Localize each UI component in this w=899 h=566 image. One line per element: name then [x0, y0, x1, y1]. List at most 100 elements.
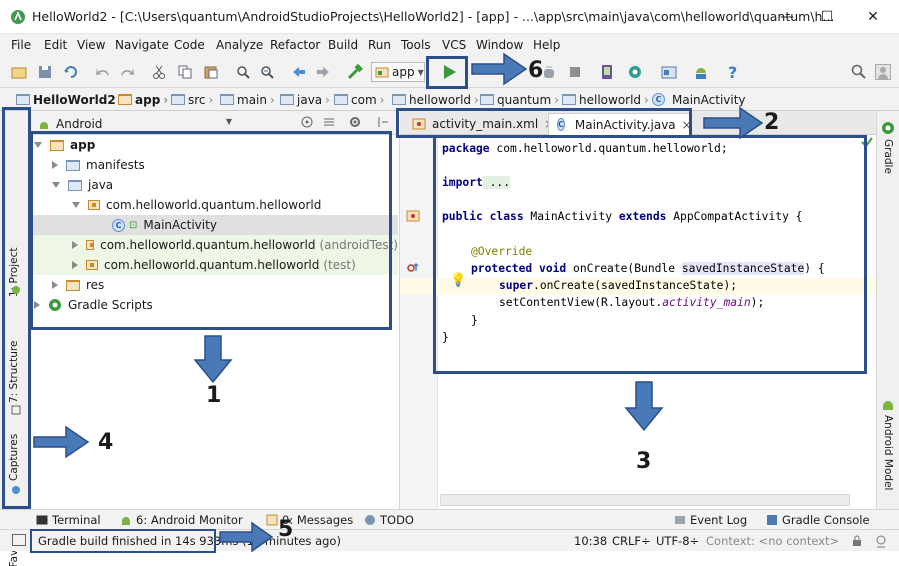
- redo-icon[interactable]: [118, 63, 136, 81]
- breadcrumb-com[interactable]: com ›: [334, 91, 384, 108]
- gradle-console-button[interactable]: Gradle Console: [766, 513, 870, 527]
- sdk-manager-icon[interactable]: [626, 63, 644, 81]
- file-encoding[interactable]: UTF-8÷: [656, 534, 699, 548]
- maximize-button[interactable]: ☐: [812, 5, 842, 29]
- menu-help[interactable]: Help: [533, 38, 560, 52]
- search-everywhere-icon[interactable]: [850, 63, 868, 81]
- close-tab-icon[interactable]: ×: [682, 118, 692, 132]
- code-line-7: @Override: [471, 245, 533, 258]
- terminal-button[interactable]: Terminal: [36, 513, 101, 527]
- cut-icon[interactable]: [150, 63, 168, 81]
- code-parameter: savedInstanceState: [681, 262, 805, 275]
- code-line-11: }: [471, 314, 478, 327]
- close-window-button[interactable]: ✕: [858, 5, 888, 29]
- copy-icon[interactable]: [176, 63, 194, 81]
- run-icon[interactable]: [438, 61, 460, 83]
- breadcrumb-quantum[interactable]: quantum ›: [480, 91, 559, 108]
- menu-code[interactable]: Code: [174, 38, 205, 52]
- horizontal-scrollbar[interactable]: [440, 494, 850, 506]
- toggle-tool-windows-icon[interactable]: [12, 534, 26, 546]
- help-icon[interactable]: ?: [724, 63, 742, 81]
- tab-activity-main-xml[interactable]: activity_main.xml ×: [404, 113, 554, 135]
- settings-gear-icon[interactable]: [348, 115, 362, 129]
- menu-file[interactable]: File: [11, 38, 31, 52]
- scroll-from-source-icon[interactable]: [300, 115, 314, 129]
- folder-icon: [480, 94, 494, 105]
- tree-node-gradle-scripts[interactable]: Gradle Scripts: [30, 295, 398, 315]
- package-icon: [86, 240, 95, 250]
- tab-structure[interactable]: 7: Structure: [8, 341, 20, 403]
- folded-code[interactable]: ...: [482, 176, 511, 189]
- collapse-all-icon[interactable]: [322, 115, 336, 129]
- tree-node-package[interactable]: com.helloworld.quantum.helloworld: [30, 195, 398, 215]
- android-monitor-button[interactable]: 6: Android Monitor: [120, 513, 243, 527]
- inspector-icon[interactable]: [874, 534, 888, 548]
- project-view-selector[interactable]: Android ▼: [38, 115, 232, 132]
- menu-build[interactable]: Build: [328, 38, 358, 52]
- breadcrumb-helloworld[interactable]: helloworld ›: [392, 91, 479, 108]
- tree-node-res[interactable]: res: [30, 275, 398, 295]
- menu-tools[interactable]: Tools: [401, 38, 431, 52]
- tab-captures[interactable]: Captures: [8, 434, 20, 481]
- line-separator[interactable]: CRLF÷: [612, 534, 651, 548]
- breadcrumb-helloworld-2[interactable]: helloworld ›: [562, 91, 649, 108]
- undo-icon[interactable]: [94, 63, 112, 81]
- menu-refactor[interactable]: Refactor: [270, 38, 320, 52]
- lock-icon[interactable]: [852, 535, 862, 547]
- breadcrumb-app[interactable]: app ›: [118, 91, 168, 108]
- breadcrumb-src[interactable]: src ›: [171, 91, 213, 108]
- android-device-icon[interactable]: [692, 63, 710, 81]
- tab-mainactivity-java[interactable]: C MainActivity.java ×: [548, 113, 692, 135]
- save-icon[interactable]: [36, 63, 54, 81]
- class-icon: C: [112, 218, 125, 232]
- tree-node-package-androidtest[interactable]: com.helloworld.quantum.helloworld (andro…: [30, 235, 398, 255]
- breadcrumb-label: app: [135, 92, 161, 107]
- breadcrumb-java[interactable]: java ›: [280, 91, 330, 108]
- breadcrumb-project[interactable]: HelloWorld2›: [16, 91, 124, 108]
- project-view-header: Android ▼: [30, 111, 398, 135]
- svg-text:?: ?: [728, 64, 737, 80]
- hide-panel-icon[interactable]: [376, 115, 390, 129]
- sync-icon[interactable]: [62, 63, 80, 81]
- breadcrumb-main[interactable]: main ›: [220, 91, 275, 108]
- forward-icon[interactable]: [314, 63, 332, 81]
- menu-vcs[interactable]: VCS: [442, 38, 466, 52]
- tree-node-java[interactable]: java: [30, 175, 398, 195]
- menu-run[interactable]: Run: [368, 38, 391, 52]
- stop-icon[interactable]: [566, 63, 584, 81]
- status-message: Gradle build finished in 14s 933ms (15 m…: [38, 534, 341, 548]
- code-text: MainActivity: [523, 210, 619, 223]
- back-icon[interactable]: [290, 63, 308, 81]
- breadcrumb-mainactivity[interactable]: C MainActivity: [652, 91, 746, 108]
- code-line-9: super.onCreate(savedInstanceState);: [499, 279, 737, 292]
- paste-icon[interactable]: [202, 63, 220, 81]
- menu-view[interactable]: View: [77, 38, 105, 52]
- project-structure-icon[interactable]: [660, 63, 678, 81]
- override-gutter-icon[interactable]: [406, 262, 420, 274]
- event-log-button[interactable]: Event Log: [674, 513, 747, 527]
- menu-edit[interactable]: Edit: [44, 38, 67, 52]
- cursor-position[interactable]: 10:38: [574, 534, 607, 548]
- layout-gutter-icon[interactable]: [406, 210, 420, 222]
- open-icon[interactable]: [10, 63, 28, 81]
- replace-icon[interactable]: [258, 63, 276, 81]
- menu-window[interactable]: Window: [476, 38, 523, 52]
- tree-node-mainactivity[interactable]: C ⊡ MainActivity: [30, 215, 398, 235]
- minimize-button[interactable]: —: [772, 5, 802, 29]
- tree-node-manifests[interactable]: manifests: [30, 155, 398, 175]
- run-config-select[interactable]: app ▼: [371, 62, 425, 82]
- tab-gradle[interactable]: Gradle: [882, 139, 894, 174]
- tab-android-model[interactable]: Android Model: [882, 415, 894, 490]
- tool-label: Terminal: [52, 513, 101, 527]
- find-icon[interactable]: [234, 63, 252, 81]
- make-icon[interactable]: [346, 63, 364, 81]
- tree-node-package-test[interactable]: com.helloworld.quantum.helloworld (test): [30, 255, 398, 275]
- menu-navigate[interactable]: Navigate: [115, 38, 169, 52]
- todo-button[interactable]: TODO: [364, 513, 414, 527]
- avd-manager-icon[interactable]: [598, 63, 616, 81]
- expand-arrow-icon: [34, 142, 42, 148]
- user-avatar-icon[interactable]: [874, 63, 892, 81]
- tree-node-app[interactable]: app: [30, 135, 398, 155]
- menu-analyze[interactable]: Analyze: [216, 38, 263, 52]
- lightbulb-icon[interactable]: 💡: [450, 273, 466, 288]
